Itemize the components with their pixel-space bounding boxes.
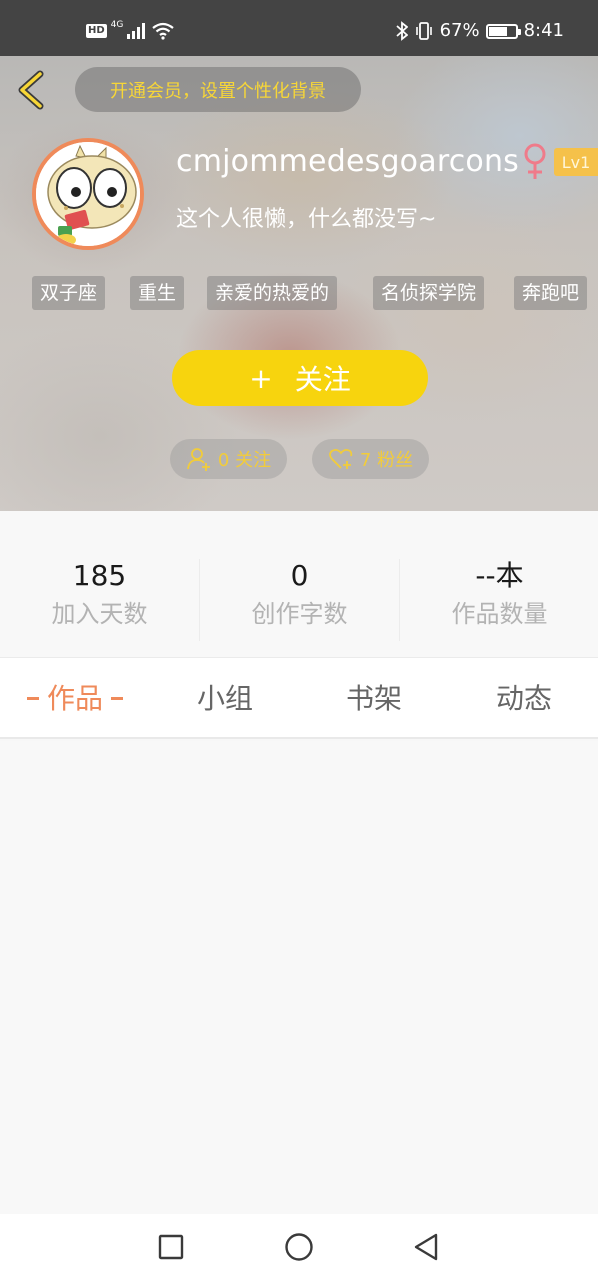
tab-works[interactable]: 作品	[0, 658, 150, 740]
tag-item[interactable]: 名侦探学院	[373, 276, 485, 310]
level-badge: Lv1	[554, 148, 598, 176]
followers-count-button[interactable]: 7 粉丝	[312, 439, 429, 479]
tab-bookshelf[interactable]: 书架	[299, 658, 449, 740]
battery-icon	[485, 23, 521, 39]
tag-item[interactable]: 亲爱的热爱的	[207, 276, 338, 310]
home-button[interactable]	[283, 1231, 315, 1263]
back-button[interactable]	[12, 68, 52, 112]
following-count-button[interactable]: 0 关注	[170, 439, 287, 479]
heart-add-icon	[329, 448, 353, 469]
stat-value: 185	[72, 559, 127, 592]
square-icon	[158, 1234, 184, 1260]
circle-icon	[285, 1233, 313, 1261]
tab-groups[interactable]: 小组	[150, 658, 300, 740]
network-type: 4G	[110, 20, 124, 30]
profile-header: 开通会员，设置个性化背景 cmjommedesgoarcons Lv1 这个人很…	[0, 56, 598, 511]
tag-item[interactable]: 重生	[130, 276, 185, 310]
stat-label: 加入天数	[51, 600, 148, 628]
follow-label: 关注	[294, 363, 351, 396]
follow-button[interactable]: + 关注	[172, 350, 428, 406]
tag-list: 双子座 重生 亲爱的热爱的 名侦探学院 奔跑吧	[0, 276, 598, 310]
battery-percent: 67%	[439, 20, 480, 41]
wifi-icon	[152, 22, 175, 40]
clock: 8:41	[523, 20, 564, 41]
person-add-icon	[187, 448, 210, 471]
chevron-left-icon	[18, 70, 44, 110]
stat-label: 创作字数	[251, 600, 348, 628]
stat-join-days: 185 加入天数	[0, 559, 199, 631]
stat-word-count: 0 创作字数	[200, 559, 399, 631]
stat-value: 0	[290, 559, 309, 592]
recents-button[interactable]	[155, 1231, 187, 1263]
status-right: 67% 8:41	[395, 20, 564, 42]
stat-value: --本	[475, 559, 524, 592]
tab-indicator-right	[111, 696, 123, 700]
status-left: HD 4G	[86, 20, 175, 40]
username: cmjommedesgoarcons	[176, 144, 519, 179]
bio: 这个人很懒，什么都没写~	[176, 207, 437, 232]
stats-row: 185 加入天数 0 创作字数 --本 作品数量	[0, 511, 598, 657]
following-count: 0 关注	[217, 450, 272, 471]
avatar[interactable]	[32, 138, 144, 250]
stat-label: 作品数量	[451, 600, 548, 628]
bluetooth-icon	[395, 21, 408, 41]
followers-count: 7 粉丝	[359, 450, 414, 471]
tab-activity[interactable]: 动态	[449, 658, 598, 740]
tab-content-area	[0, 741, 598, 1214]
tab-bar: 作品 小组 书架 动态	[0, 657, 598, 739]
signal-icon	[127, 23, 146, 39]
vip-banner-button[interactable]: 开通会员，设置个性化背景	[75, 67, 361, 112]
status-bar: HD 4G 67% 8:41	[0, 0, 598, 56]
plus-icon: +	[249, 361, 273, 395]
hd-badge: HD	[86, 24, 107, 38]
avatar-image	[36, 142, 140, 246]
vibrate-icon	[415, 22, 432, 40]
tab-label: 作品	[46, 682, 103, 715]
back-nav-button[interactable]	[410, 1231, 442, 1263]
tag-item[interactable]: 双子座	[32, 276, 106, 310]
female-gender-icon	[524, 143, 546, 179]
triangle-back-icon	[414, 1233, 438, 1261]
stat-works-count: --本 作品数量	[400, 559, 598, 631]
tag-item[interactable]: 奔跑吧	[514, 276, 588, 310]
battery-fill	[488, 26, 508, 36]
tab-indicator-left	[26, 696, 39, 700]
system-nav-bar	[0, 1214, 598, 1280]
